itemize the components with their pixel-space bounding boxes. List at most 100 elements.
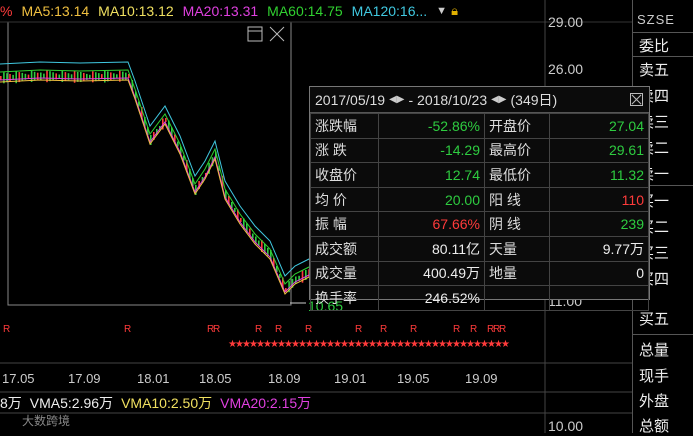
stats-cell: 0 (549, 260, 649, 287)
ma5-line (0, 79, 316, 295)
stats-cell: 27.04 (549, 113, 649, 139)
candle (49, 71, 51, 82)
candlesticks (0, 70, 314, 293)
stats-cell: 239 (549, 211, 649, 237)
stats-row: 振 幅 67.66% 阴 线 239 (310, 211, 649, 237)
candle (58, 74, 61, 79)
dropdown-arrow-icon[interactable]: ▼ (436, 5, 447, 17)
start-step-icon[interactable]: ◀▶ (389, 94, 404, 105)
stats-cell: 地量 (484, 260, 550, 287)
candle (33, 71, 36, 81)
stats-cell: 400.49万 (378, 260, 485, 287)
signal-r-marker: R (453, 324, 460, 335)
end-step-icon[interactable]: ◀▶ (491, 94, 506, 105)
signal-r-marker: R (380, 324, 387, 335)
stats-row: 涨 跌 -14.29 最高价 29.61 (310, 137, 649, 164)
signal-r-marker: R (255, 324, 262, 335)
rp-current-hand: 现手 (639, 368, 670, 385)
candle (6, 73, 8, 83)
x-axis-label: 17.05 (2, 371, 35, 386)
stats-cell: 换手率 (310, 285, 379, 311)
ma120-line (0, 61, 316, 277)
stats-cell: 均 价 (310, 186, 379, 213)
chart-window-controls (247, 26, 291, 49)
range-stats-popup: 2017/05/19 ◀▶ - 2018/10/23 ◀▶ (349日) 涨跌幅… (309, 86, 650, 311)
candle (76, 71, 79, 82)
candle (107, 71, 109, 82)
signal-r-marker: R (275, 324, 282, 335)
signal-r-marker: R (213, 324, 220, 335)
x-axis-label: 17.09 (68, 371, 101, 386)
y-axis-label: 26.00 (548, 61, 584, 77)
lock-icon[interactable]: 🔒︎ (451, 3, 458, 19)
selection-box (7, 21, 292, 306)
rp-buy5: 买五 (639, 311, 670, 328)
candle (36, 72, 39, 80)
candle (52, 72, 54, 81)
y-axis-label: 29.00 (548, 14, 584, 30)
ma5-label: MA5:13.14 (21, 3, 90, 19)
candle (122, 71, 124, 81)
candle (0, 76, 2, 80)
stats-cell (484, 285, 550, 311)
stats-cell: 涨 跌 (310, 137, 379, 164)
candle (116, 74, 118, 79)
x-axis-label: 19.05 (397, 371, 430, 386)
rp-sell5: 卖五 (639, 62, 670, 79)
signal-r-marker: R (124, 324, 131, 335)
signal-r-marker: R (410, 324, 417, 335)
stats-row: 换手率 246.52% (310, 285, 649, 311)
close-icon[interactable] (269, 26, 285, 42)
stats-cell: 20.00 (378, 186, 485, 213)
range-header: 2017/05/19 ◀▶ - 2018/10/23 ◀▶ (349日) (310, 87, 649, 113)
signal-star: ★ (501, 339, 510, 350)
x-axis-label: 19.01 (334, 371, 367, 386)
stats-row: 涨跌幅 -52.86% 开盘价 27.04 (310, 113, 649, 139)
signal-r-marker: R (499, 324, 506, 335)
range-days: (349日) (510, 91, 558, 108)
ma20-line (0, 77, 316, 293)
rp-outer-disk: 外盘 (639, 393, 670, 410)
stats-cell: -52.86% (378, 113, 485, 139)
candle (95, 72, 97, 82)
exchange-label: SZSE (637, 12, 675, 27)
signal-r-marker: R (3, 324, 10, 335)
x-axis-label: 18.05 (199, 371, 232, 386)
stats-cell: 阳 线 (484, 186, 550, 213)
stats-cell (549, 285, 649, 311)
candle (64, 72, 67, 82)
candle (21, 72, 24, 81)
candle (240, 218, 242, 222)
stats-cell: 涨跌幅 (310, 113, 379, 139)
volume-legend: 8万 VMA5:2.96万 VMA10:2.50万 VMA20:2.15万 (0, 393, 319, 413)
stats-cell: 开盘价 (484, 113, 550, 139)
vma5-label: VMA5:2.96万 (29, 395, 114, 411)
rp-total-volume: 总量 (639, 342, 670, 359)
ma60-label: MA60:14.75 (267, 3, 343, 19)
x-axis-label: 18.09 (268, 371, 301, 386)
candle (234, 208, 236, 212)
stats-cell: 振 幅 (310, 211, 379, 237)
close-icon[interactable] (630, 93, 643, 106)
stats-row: 均 价 20.00 阳 线 110 (310, 186, 649, 213)
ma120-label: MA120:16... (351, 3, 428, 19)
stats-cell: 成交量 (310, 260, 379, 287)
restore-icon[interactable] (247, 26, 263, 42)
candle (89, 74, 91, 79)
stats-cell: -14.29 (378, 137, 485, 164)
stats-row: 成交额 80.11亿 天量 9.77万 (310, 235, 649, 262)
stats-cell: 246.52% (378, 285, 485, 311)
range-separator: - (408, 91, 414, 108)
signal-markers: ★★★★★★★★★★★★★★★★★★★★★★★★★★★★★★★★★★★★★★★★… (3, 324, 510, 350)
stats-cell: 80.11亿 (378, 235, 485, 262)
ma-legend: % MA5:13.14 MA10:13.12 MA20:13.31 MA60:1… (0, 0, 545, 22)
stats-cell: 最高价 (484, 137, 550, 164)
ma10-label: MA10:13.12 (98, 3, 174, 19)
stats-cell: 收盘价 (310, 162, 379, 188)
stats-row: 收盘价 12.74 最低价 11.32 (310, 162, 649, 188)
vma20-label: VMA20:2.15万 (220, 395, 312, 411)
stats-cell: 29.61 (549, 137, 649, 164)
stats-row: 成交量 400.49万 地量 0 (310, 260, 649, 287)
x-axis-label: 18.01 (137, 371, 170, 386)
signal-r-marker: R (470, 324, 477, 335)
